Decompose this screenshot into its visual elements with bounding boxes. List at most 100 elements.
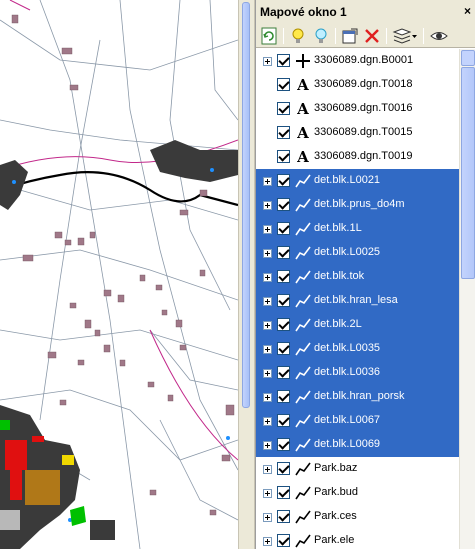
map-canvas[interactable] bbox=[0, 0, 238, 549]
layer-panel: Mapové okno 1 × 3306089.dgn.B0001 A 3306… bbox=[255, 0, 475, 549]
layer-visibility-checkbox[interactable] bbox=[277, 54, 290, 67]
layer-label: 3306089.dgn.T0016 bbox=[314, 102, 413, 114]
layer-visibility-checkbox[interactable] bbox=[277, 222, 290, 235]
expand-plus-icon[interactable] bbox=[263, 393, 272, 402]
layer-row[interactable]: det.blk.1L bbox=[256, 217, 459, 241]
layer-row[interactable]: Park.ces bbox=[256, 505, 459, 529]
layer-visibility-checkbox[interactable] bbox=[277, 270, 290, 283]
red-block bbox=[5, 440, 27, 470]
layer-row[interactable]: det.blk.L0035 bbox=[256, 337, 459, 361]
layer-visibility-checkbox[interactable] bbox=[277, 318, 290, 331]
layer-row[interactable]: A 3306089.dgn.T0015 bbox=[256, 121, 459, 145]
layer-visibility-checkbox[interactable] bbox=[277, 510, 290, 523]
layer-row[interactable]: Park.baz bbox=[256, 457, 459, 481]
expand-plus-icon[interactable] bbox=[263, 249, 272, 258]
layer-row[interactable]: A 3306089.dgn.T0019 bbox=[256, 145, 459, 169]
layer-toolbar bbox=[256, 24, 475, 48]
layer-row[interactable]: det.blk.L0067 bbox=[256, 409, 459, 433]
boundary-line-2 bbox=[149, 329, 238, 461]
layer-row[interactable]: Park.ele bbox=[256, 529, 459, 549]
eye-icon[interactable] bbox=[430, 27, 448, 45]
layer-visibility-checkbox[interactable] bbox=[277, 102, 290, 115]
panel-title: Mapové okno 1 × bbox=[256, 0, 475, 24]
expand-plus-icon[interactable] bbox=[263, 369, 272, 378]
layer-visibility-checkbox[interactable] bbox=[277, 294, 290, 307]
gray-block bbox=[0, 510, 20, 530]
line-layer-icon bbox=[295, 414, 311, 428]
layer-label: det.blk.L0069 bbox=[314, 438, 381, 450]
layer-visibility-checkbox[interactable] bbox=[277, 390, 290, 403]
layer-row[interactable]: det.blk.2L bbox=[256, 313, 459, 337]
expand-plus-icon[interactable] bbox=[263, 201, 272, 210]
lightbulb-off-icon[interactable] bbox=[312, 27, 330, 45]
line-layer-icon bbox=[295, 366, 311, 380]
toolbar-separator bbox=[335, 28, 336, 44]
layer-visibility-checkbox[interactable] bbox=[277, 246, 290, 259]
close-icon[interactable]: × bbox=[464, 4, 471, 18]
layer-row[interactable]: det.blk.L0021 bbox=[256, 169, 459, 193]
layer-visibility-checkbox[interactable] bbox=[277, 126, 290, 139]
map-vertical-scrollbar[interactable] bbox=[242, 2, 250, 408]
layer-label: det.blk.L0036 bbox=[314, 366, 381, 378]
line-layer-icon bbox=[295, 534, 311, 548]
expand-plus-icon[interactable] bbox=[263, 225, 272, 234]
layer-label: Park.bud bbox=[314, 486, 359, 498]
expand-plus-icon[interactable] bbox=[263, 489, 272, 498]
layer-row[interactable]: det.blk.prus_do4m bbox=[256, 193, 459, 217]
forest-area-2 bbox=[0, 160, 28, 210]
layer-row[interactable]: det.blk.tok bbox=[256, 265, 459, 289]
layer-visibility-checkbox[interactable] bbox=[277, 150, 290, 163]
expand-plus-icon[interactable] bbox=[263, 345, 272, 354]
layers-dropdown-icon[interactable] bbox=[392, 27, 418, 45]
yellow-block bbox=[62, 455, 74, 465]
expand-plus-icon[interactable] bbox=[263, 441, 272, 450]
layer-row[interactable]: det.blk.L0036 bbox=[256, 361, 459, 385]
layer-visibility-checkbox[interactable] bbox=[277, 486, 290, 499]
expand-plus-icon[interactable] bbox=[263, 465, 272, 474]
map-scrollbar-thumb[interactable] bbox=[242, 2, 250, 408]
lightbulb-on-icon[interactable] bbox=[289, 27, 307, 45]
gis-window: Mapové okno 1 × 3306089.dgn.B0001 A 3306… bbox=[0, 0, 475, 549]
layer-row[interactable]: A 3306089.dgn.T0018 bbox=[256, 73, 459, 97]
expand-plus-icon[interactable] bbox=[263, 273, 272, 282]
layer-visibility-checkbox[interactable] bbox=[277, 438, 290, 451]
red-mark bbox=[32, 436, 44, 442]
expand-plus-icon[interactable] bbox=[263, 177, 272, 186]
layer-visibility-checkbox[interactable] bbox=[277, 342, 290, 355]
layer-label: det.blk.tok bbox=[314, 270, 365, 282]
scroll-up-button[interactable] bbox=[461, 50, 475, 66]
layer-row[interactable]: det.blk.L0025 bbox=[256, 241, 459, 265]
properties-icon[interactable] bbox=[341, 27, 359, 45]
layer-row[interactable]: det.blk.hran_porsk bbox=[256, 385, 459, 409]
layer-scrollbar-thumb[interactable] bbox=[461, 67, 475, 279]
layer-row[interactable]: Park.bud bbox=[256, 481, 459, 505]
expand-plus-icon[interactable] bbox=[263, 57, 272, 66]
text-layer-icon: A bbox=[297, 100, 309, 118]
layer-row[interactable]: A 3306089.dgn.T0016 bbox=[256, 97, 459, 121]
layer-row[interactable]: det.blk.L0069 bbox=[256, 433, 459, 457]
refresh-icon[interactable] bbox=[260, 27, 278, 45]
expand-plus-icon[interactable] bbox=[263, 513, 272, 522]
line-layer-icon bbox=[295, 246, 311, 260]
layer-visibility-checkbox[interactable] bbox=[277, 366, 290, 379]
line-layer-icon bbox=[295, 270, 311, 284]
expand-plus-icon[interactable] bbox=[263, 537, 272, 546]
delete-icon[interactable] bbox=[363, 27, 381, 45]
layer-visibility-checkbox[interactable] bbox=[277, 174, 290, 187]
layer-row[interactable]: 3306089.dgn.B0001 bbox=[256, 49, 459, 73]
expand-plus-icon[interactable] bbox=[263, 417, 272, 426]
layer-list-scrollbar[interactable] bbox=[459, 49, 475, 549]
layer-row[interactable]: det.blk.hran_lesa bbox=[256, 289, 459, 313]
toolbar-separator bbox=[283, 28, 284, 44]
layer-label: det.blk.L0025 bbox=[314, 246, 381, 258]
expand-plus-icon[interactable] bbox=[263, 321, 272, 330]
dark-block bbox=[90, 520, 115, 540]
layer-visibility-checkbox[interactable] bbox=[277, 462, 290, 475]
layer-visibility-checkbox[interactable] bbox=[277, 78, 290, 91]
layer-label: det.blk.2L bbox=[314, 318, 362, 330]
layer-visibility-checkbox[interactable] bbox=[277, 414, 290, 427]
expand-plus-icon[interactable] bbox=[263, 297, 272, 306]
layer-visibility-checkbox[interactable] bbox=[277, 198, 290, 211]
layer-visibility-checkbox[interactable] bbox=[277, 534, 290, 547]
line-layer-icon bbox=[295, 342, 311, 356]
